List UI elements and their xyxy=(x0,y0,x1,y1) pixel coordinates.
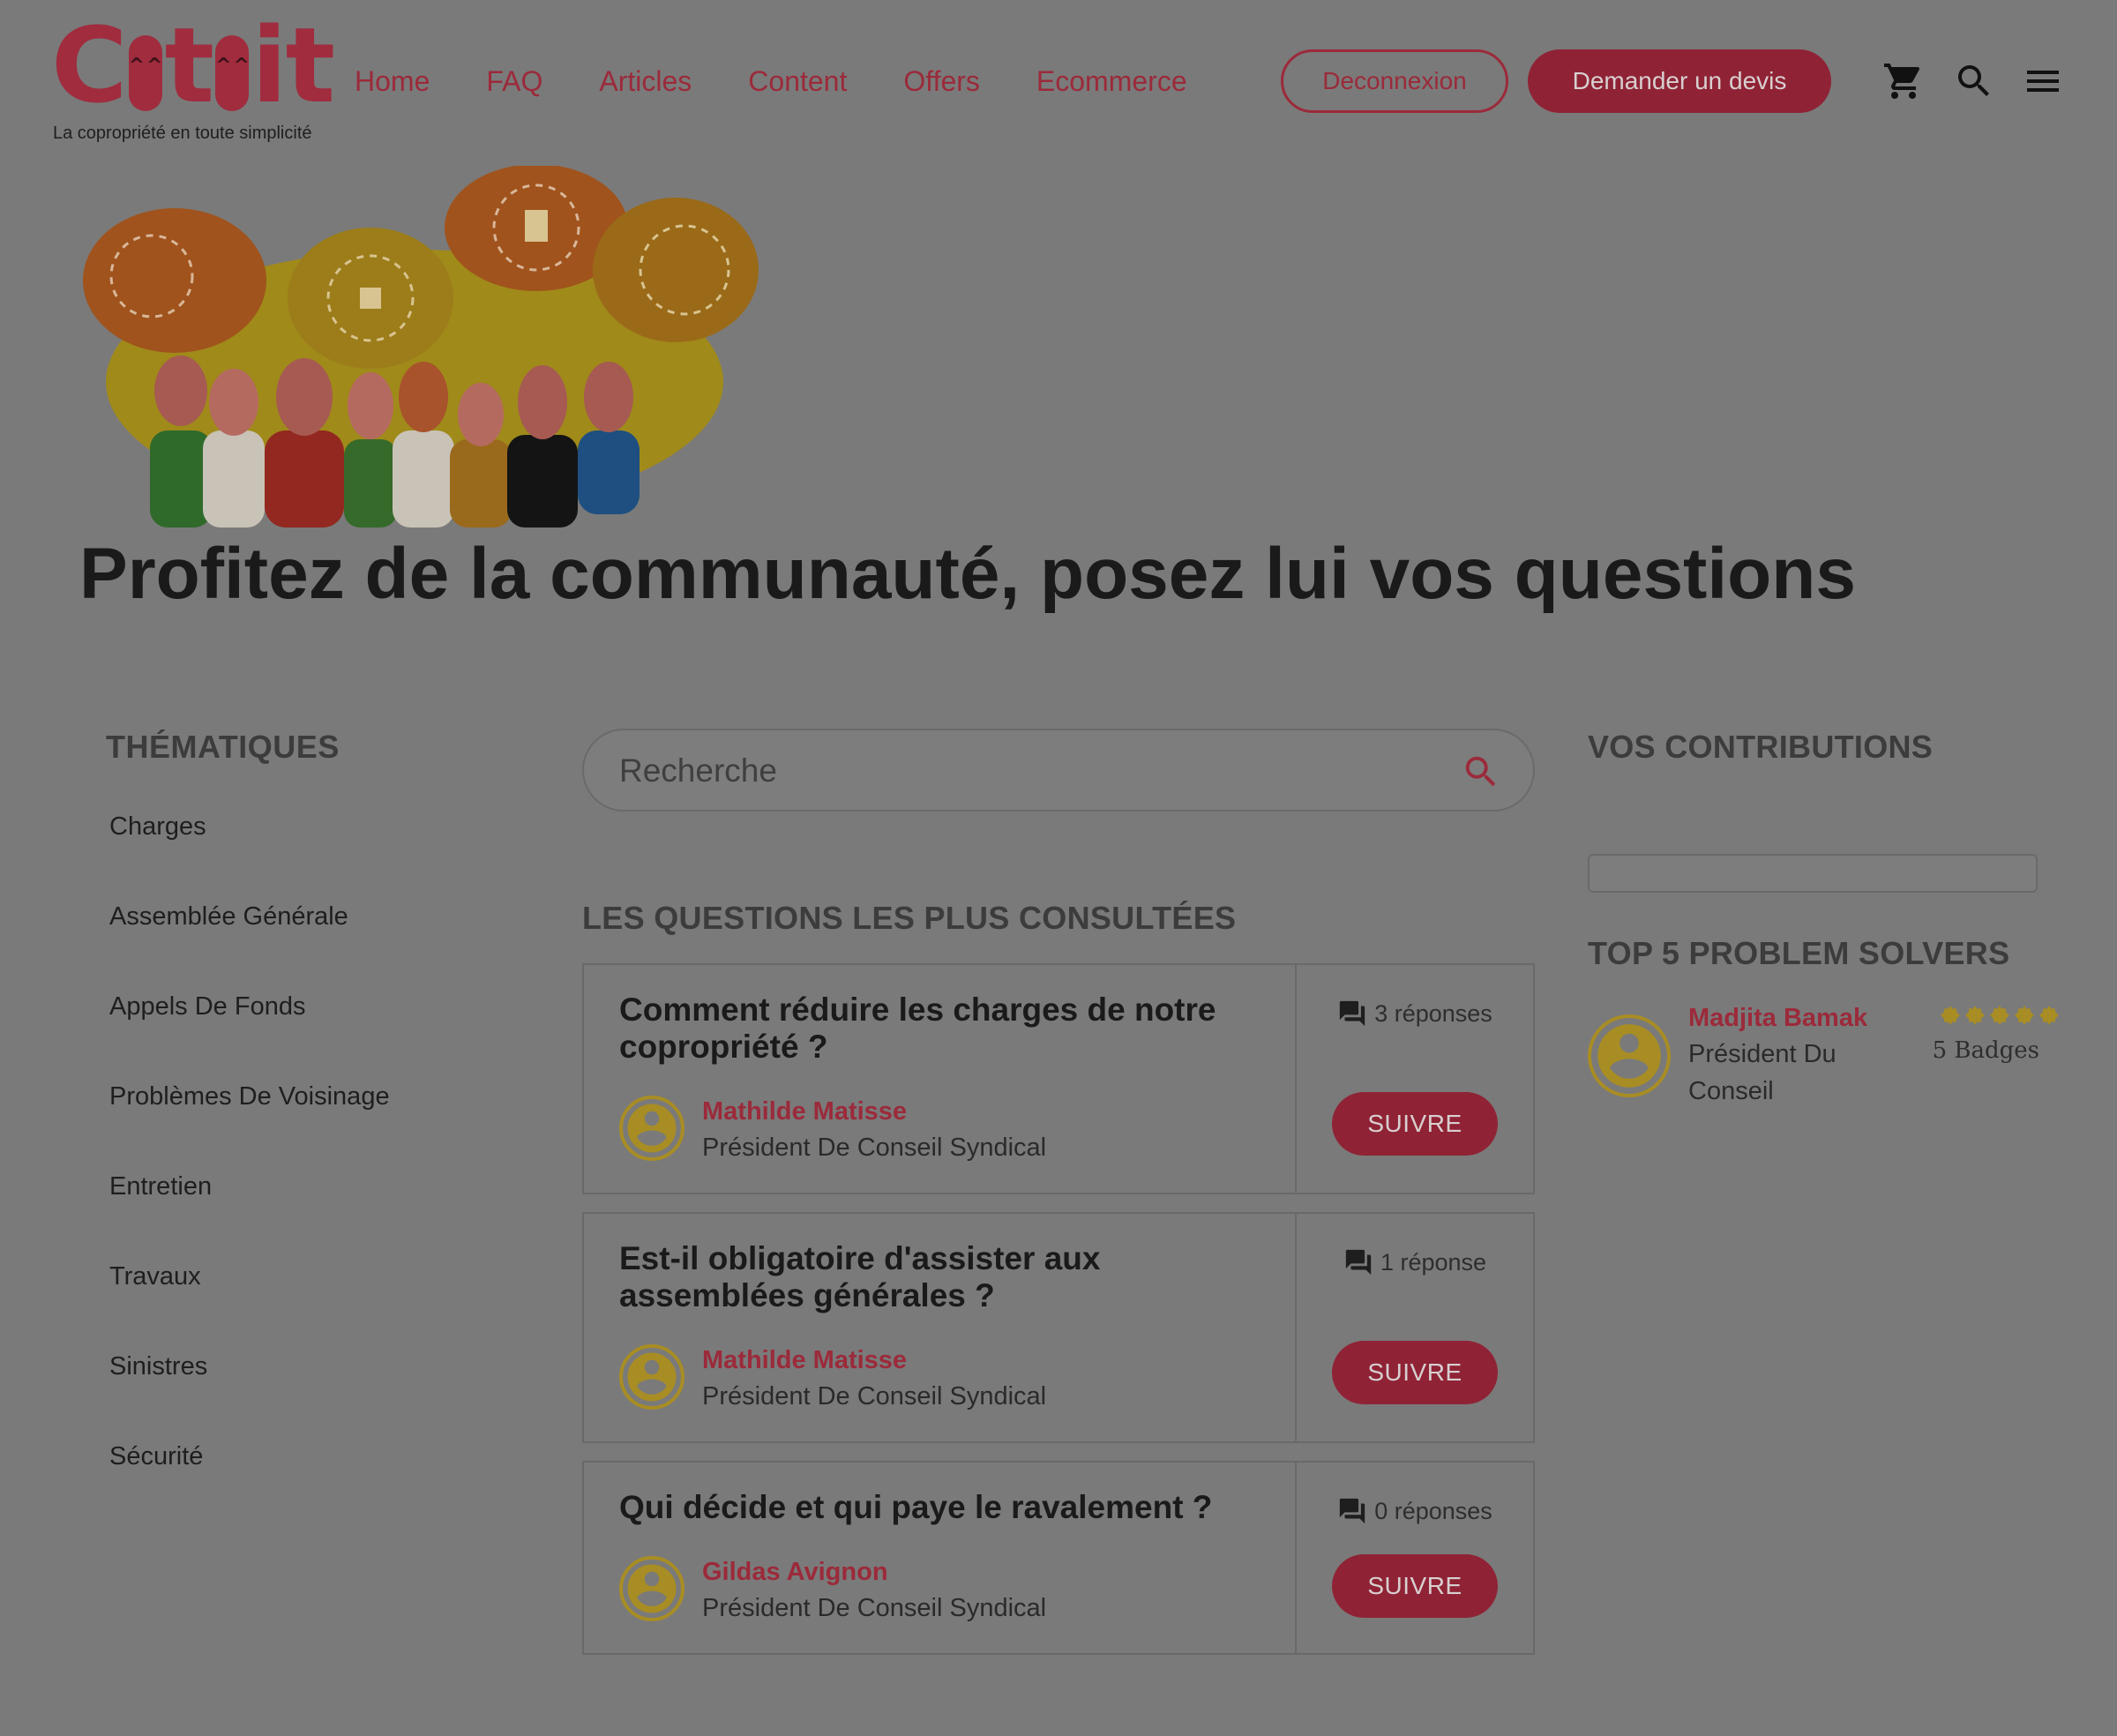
logout-button[interactable]: Deconnexion xyxy=(1281,49,1508,113)
badges-icon xyxy=(1939,1004,2061,1027)
author-role: Président De Conseil Syndical xyxy=(702,1594,1047,1622)
topics-title: THÉMATIQUES xyxy=(106,729,340,765)
follow-button[interactable]: SUIVRE xyxy=(1332,1341,1498,1404)
author-name[interactable]: Mathilde Matisse xyxy=(702,1094,1046,1129)
badge-icon xyxy=(2015,1006,2034,1025)
question-main: Est-il obligatoire d'assister aux assemb… xyxy=(584,1214,1297,1441)
solver-item[interactable]: Madjita Bamak Président Du Conseil 5 Bad… xyxy=(1588,1000,2059,1115)
nav-faq[interactable]: FAQ xyxy=(486,64,542,99)
top-solvers-title: TOP 5 PROBLEM SOLVERS xyxy=(1588,935,2010,971)
question-card[interactable]: Est-il obligatoire d'assister aux assemb… xyxy=(582,1212,1535,1443)
follow-button[interactable]: SUIVRE xyxy=(1332,1092,1498,1156)
question-actions: 3 réponses SUIVRE xyxy=(1297,965,1533,1193)
answer-count: 0 réponses xyxy=(1297,1496,1533,1526)
answer-count-label: 0 réponses xyxy=(1374,1497,1492,1524)
logo-wordmark: Ctit xyxy=(51,13,335,117)
search-icon[interactable] xyxy=(1953,60,1995,102)
contributions-progress xyxy=(1588,854,2038,893)
nav-ecommerce[interactable]: Ecommerce xyxy=(1036,64,1187,99)
author-name[interactable]: Gildas Avignon xyxy=(702,1554,1046,1590)
topic-assemblee-generale[interactable]: Assemblée Générale xyxy=(109,894,390,984)
question-title[interactable]: Qui décide et qui paye le ravalement ? xyxy=(619,1489,1263,1526)
author-role: Président De Conseil Syndical xyxy=(702,1134,1047,1162)
badge-icon xyxy=(2039,1006,2059,1025)
question-author: Mathilde Matisse Président De Conseil Sy… xyxy=(619,1344,1046,1415)
question-author: Gildas Avignon Président De Conseil Synd… xyxy=(619,1556,1046,1627)
answer-count: 3 réponses xyxy=(1297,999,1533,1029)
nav-content[interactable]: Content xyxy=(748,64,847,99)
question-card[interactable]: Qui décide et qui paye le ravalement ? G… xyxy=(582,1461,1535,1655)
question-actions: 1 réponse SUIVRE xyxy=(1297,1214,1533,1441)
topics-list: Charges Assemblée Générale Appels De Fon… xyxy=(109,804,390,1524)
avatar xyxy=(619,1344,684,1410)
search-bar xyxy=(582,729,1535,812)
badge-icon xyxy=(1941,1006,1960,1025)
topic-sinistres[interactable]: Sinistres xyxy=(109,1344,390,1434)
answer-count-label: 1 réponse xyxy=(1380,1248,1487,1276)
community-illustration xyxy=(79,164,767,528)
solver-role: Président Du Conseil xyxy=(1688,1040,1836,1105)
question-title[interactable]: Comment réduire les charges de notre cop… xyxy=(619,991,1263,1066)
nav-articles[interactable]: Articles xyxy=(599,64,692,99)
follow-button[interactable]: SUIVRE xyxy=(1332,1554,1498,1618)
topic-appels-de-fonds[interactable]: Appels De Fonds xyxy=(109,984,390,1074)
logo-tagline: La copropriété en toute simplicité xyxy=(53,123,312,143)
menu-icon[interactable] xyxy=(2022,60,2064,102)
question-main: Comment réduire les charges de notre cop… xyxy=(584,965,1297,1193)
avatar xyxy=(1588,1014,1671,1097)
topic-problemes-de-voisinage[interactable]: Problèmes De Voisinage xyxy=(109,1074,390,1164)
answer-count: 1 réponse xyxy=(1297,1247,1533,1277)
page-title: Profitez de la communauté, posez lui vos… xyxy=(79,534,1856,614)
topic-entretien[interactable]: Entretien xyxy=(109,1164,390,1254)
question-main: Qui décide et qui paye le ravalement ? G… xyxy=(584,1463,1297,1653)
cart-icon[interactable] xyxy=(1882,60,1925,102)
forum-icon xyxy=(1345,1249,1372,1276)
badges-count: 5 Badges xyxy=(1932,1037,2039,1064)
popular-questions-title: LES QUESTIONS LES PLUS CONSULTÉES xyxy=(582,900,1237,936)
question-actions: 0 réponses SUIVRE xyxy=(1297,1463,1533,1653)
question-title[interactable]: Est-il obligatoire d'assister aux assemb… xyxy=(619,1240,1263,1314)
topic-travaux[interactable]: Travaux xyxy=(109,1254,390,1344)
question-card[interactable]: Comment réduire les charges de notre cop… xyxy=(582,963,1535,1194)
main-nav: Home FAQ Articles Content Offers Ecommer… xyxy=(355,64,1244,99)
forum-icon xyxy=(1340,1498,1365,1524)
avatar xyxy=(619,1556,684,1621)
badge-icon xyxy=(1990,1006,2009,1025)
badge-icon xyxy=(1965,1006,1985,1025)
forum-icon xyxy=(1340,1000,1365,1027)
answer-count-label: 3 réponses xyxy=(1374,999,1492,1027)
site-header: Ctit La copropriété en toute simplicité … xyxy=(0,0,2117,159)
author-name[interactable]: Mathilde Matisse xyxy=(702,1343,1046,1378)
site-logo[interactable]: Ctit La copropriété en toute simplicité xyxy=(51,13,335,148)
question-author: Mathilde Matisse Président De Conseil Sy… xyxy=(619,1096,1046,1166)
request-quote-button[interactable]: Demander un devis xyxy=(1528,49,1831,113)
nav-home[interactable]: Home xyxy=(355,64,430,99)
topic-securite[interactable]: Sécurité xyxy=(109,1434,390,1524)
contributions-title: VOS CONTRIBUTIONS xyxy=(1588,729,1934,765)
nav-offers[interactable]: Offers xyxy=(903,64,980,99)
solver-name[interactable]: Madjita Bamak xyxy=(1688,1000,1867,1036)
avatar xyxy=(619,1096,684,1161)
search-input[interactable] xyxy=(619,750,1413,792)
topic-charges[interactable]: Charges xyxy=(109,804,390,894)
search-submit-icon[interactable] xyxy=(1461,752,1501,792)
author-role: Président De Conseil Syndical xyxy=(702,1382,1047,1410)
